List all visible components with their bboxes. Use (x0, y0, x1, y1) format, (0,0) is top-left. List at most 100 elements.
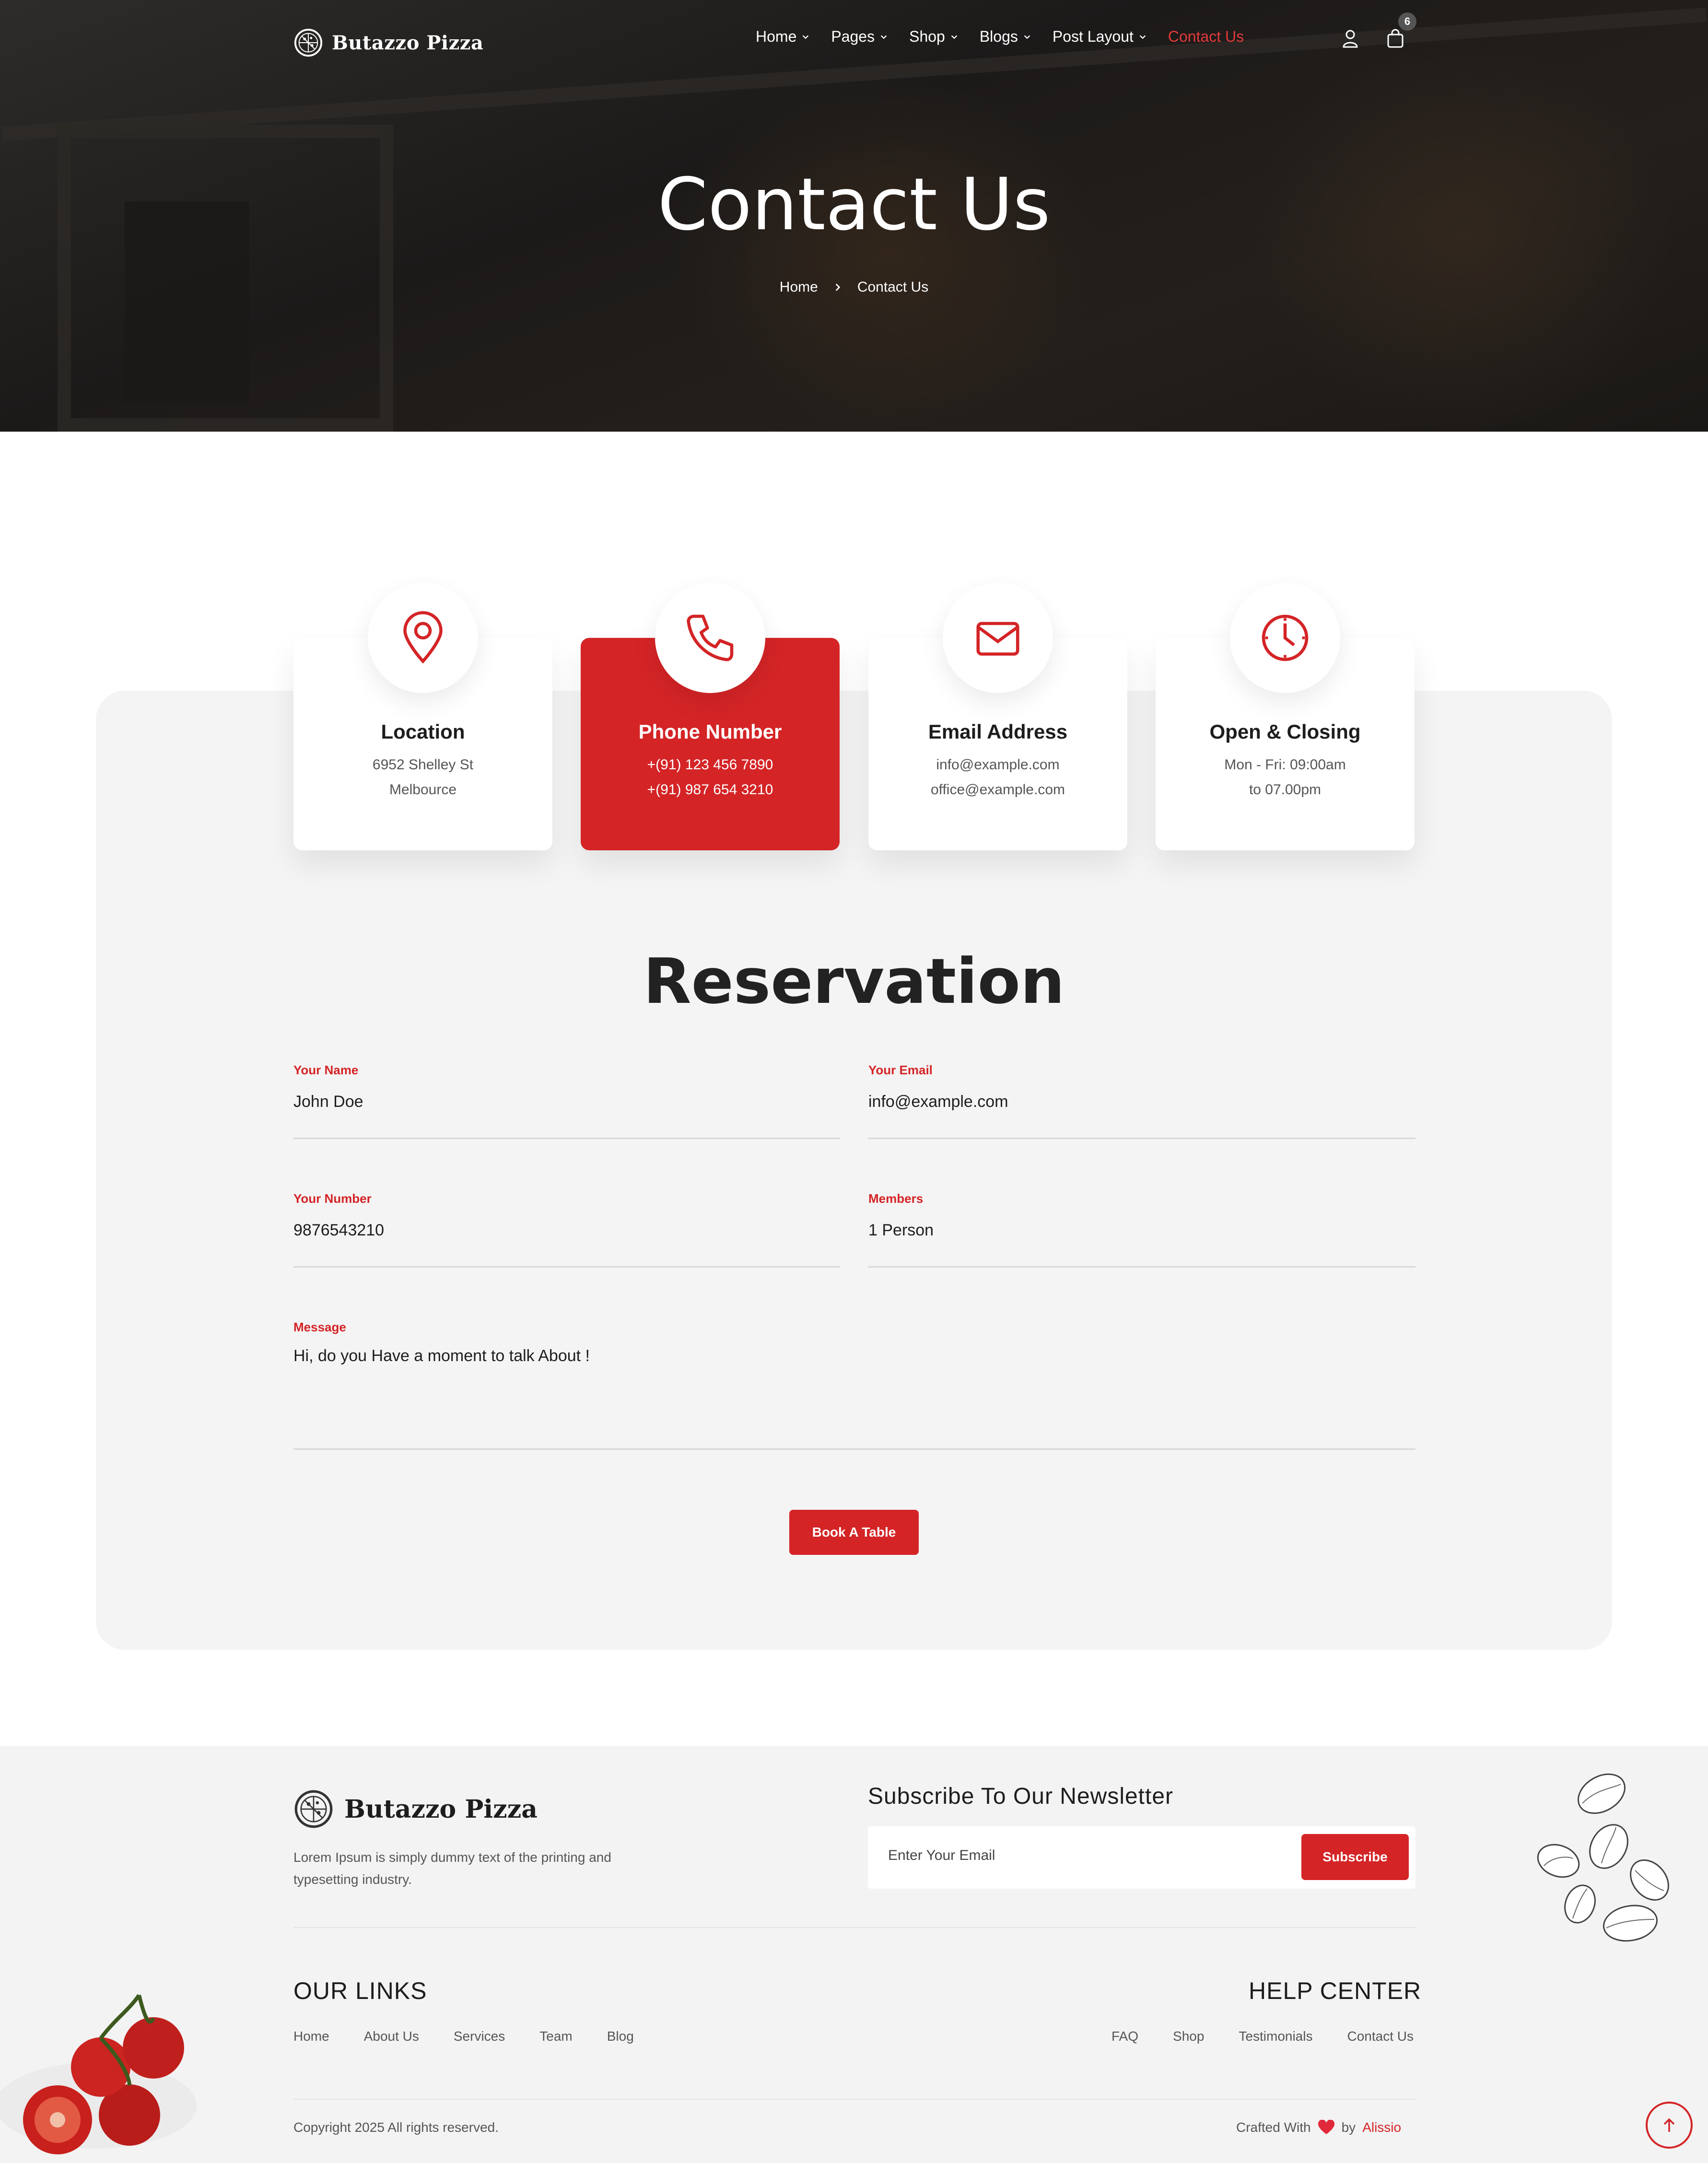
cart-button[interactable]: 6 (1384, 12, 1416, 50)
card-line: info@example.com (936, 757, 1060, 773)
arrow-up-icon (1663, 2118, 1675, 2132)
name-input[interactable]: John Doe (293, 1093, 363, 1111)
footer-description: Lorem Ipsum is simply dummy text of the … (293, 1850, 611, 1887)
page-title: Contact Us (657, 163, 1051, 247)
footer-link-shop[interactable]: Shop (1173, 2029, 1204, 2044)
brand-name: Butazzo Pizza (332, 31, 484, 54)
number-input[interactable]: 9876543210 (293, 1221, 384, 1240)
footer-link-services[interactable]: Services (454, 2029, 505, 2044)
email-field[interactable]: Your Email info@example.com (868, 1063, 1416, 1140)
field-underline (868, 1266, 1416, 1268)
menu-item-label: Contact Us (1168, 28, 1244, 45)
heart-icon (1318, 2120, 1334, 2134)
card-line: Melbource (389, 782, 457, 798)
pizza-logo-icon (294, 1790, 333, 1828)
name-field[interactable]: Your Name John Doe (293, 1063, 840, 1140)
mail-icon (976, 622, 1019, 656)
footer-link-home[interactable]: Home (293, 2029, 329, 2044)
card-line: Mon - Fri: 09:00am (1224, 757, 1346, 773)
newsletter-form: Enter Your Email Subscribe (868, 1826, 1416, 1889)
menu-item-home[interactable]: Home (756, 28, 810, 46)
tomatoes-decoration-icon (0, 1994, 197, 2154)
menu-item-label: Shop (909, 28, 945, 45)
card-title: Location (381, 720, 465, 743)
members-select[interactable]: 1 Person (868, 1221, 934, 1240)
members-field[interactable]: Members 1 Person (868, 1191, 1416, 1268)
footer-brand-name: Butazzo Pizza (344, 1794, 538, 1824)
message-textarea[interactable]: Hi, do you Have a moment to talk About ! (293, 1347, 590, 1365)
main-menu: Home Pages Shop Blogs Post Layout Contac… (756, 28, 1244, 46)
card-icon-circle (368, 583, 478, 693)
card-title: Phone Number (638, 720, 782, 743)
chevron-right-icon (835, 283, 841, 291)
chevron-down-icon (951, 35, 958, 39)
field-underline (293, 1448, 1416, 1450)
scroll-to-top-button[interactable] (1646, 2102, 1693, 2149)
menu-item-label: Post Layout (1052, 28, 1134, 45)
email-input[interactable]: info@example.com (868, 1093, 1008, 1111)
our-links-list: Home About Us Services Team Blog (293, 2029, 634, 2044)
footer (0, 1746, 1708, 2163)
shopping-bag-icon (1387, 29, 1404, 48)
message-field[interactable]: Message Hi, do you Have a moment to talk… (293, 1320, 1416, 1450)
clock-icon (1262, 614, 1309, 661)
menu-item-label: Pages (831, 28, 875, 45)
card-line: +(91) 123 456 7890 (647, 757, 773, 773)
card-title: Open & Closing (1209, 720, 1361, 743)
breadcrumb-home[interactable]: Home (780, 279, 818, 295)
footer-brand-logo[interactable]: Butazzo Pizza (293, 1789, 538, 1829)
brand-logo[interactable]: Butazzo Pizza (293, 28, 483, 58)
email-label: Your Email (868, 1063, 933, 1077)
footer-link-team[interactable]: Team (539, 2029, 572, 2044)
hours-card: Open & Closing Mon - Fri: 09:00am to 07.… (1156, 583, 1415, 850)
crafted-by: by (1341, 2120, 1356, 2135)
breadcrumb-current: Contact Us (857, 279, 929, 295)
footer-link-about-us[interactable]: About Us (364, 2029, 419, 2044)
book-table-button[interactable]: Book A Table (789, 1510, 919, 1555)
reservation-title: Reservation (643, 945, 1065, 1018)
crafted-brand-link[interactable]: Alissio (1362, 2120, 1401, 2135)
card-title: Email Address (928, 720, 1068, 743)
subscribe-button[interactable]: Subscribe (1301, 1834, 1409, 1880)
card-icon-circle (1230, 583, 1340, 693)
top-navigation: Butazzo Pizza Home Pages Shop Blogs Post… (0, 0, 1708, 82)
card-line: +(91) 987 654 3210 (647, 782, 773, 798)
chevron-down-icon (803, 35, 809, 39)
menu-item-label: Home (756, 28, 797, 45)
crafted-prefix: Crafted With (1236, 2120, 1311, 2135)
card-line: to 07.00pm (1249, 782, 1322, 798)
footer-link-contact-us[interactable]: Contact Us (1347, 2029, 1414, 2044)
field-underline (868, 1138, 1416, 1139)
number-label: Your Number (293, 1191, 372, 1206)
help-center-title: HELP CENTER (1249, 1977, 1422, 2004)
location-card: Location 6952 Shelley St Melbource (293, 583, 552, 850)
menu-item-contact-us[interactable]: Contact Us (1168, 28, 1244, 46)
cart-count-badge: 6 (1398, 12, 1416, 31)
map-pin-icon (403, 611, 443, 664)
help-center-list: FAQ Shop Testimonials Contact Us (1111, 2029, 1414, 2044)
message-label: Message (293, 1320, 346, 1334)
menu-item-post-layout[interactable]: Post Layout (1053, 28, 1147, 46)
menu-item-pages[interactable]: Pages (831, 28, 888, 46)
number-field[interactable]: Your Number 9876543210 (293, 1191, 840, 1268)
copyright-text: Copyright 2025 All rights reserved. (293, 2120, 499, 2135)
menu-item-shop[interactable]: Shop (909, 28, 959, 46)
phone-icon (687, 614, 734, 661)
footer-link-faq[interactable]: FAQ (1111, 2029, 1138, 2044)
menu-item-blogs[interactable]: Blogs (980, 28, 1031, 46)
header-actions: 6 (1339, 12, 1416, 50)
crafted-with: Crafted With by Alissio (1236, 2120, 1401, 2135)
field-underline (293, 1266, 840, 1268)
card-icon-circle (655, 583, 765, 693)
newsletter-email-input[interactable]: Enter Your Email (888, 1847, 995, 1864)
footer-divider (293, 1927, 1416, 1928)
field-underline (293, 1138, 840, 1139)
card-line: office@example.com (930, 782, 1065, 798)
our-links-title: OUR LINKS (293, 1977, 427, 2004)
hero-background-light (671, 77, 1103, 432)
footer-divider (293, 2099, 1416, 2100)
footer-link-blog[interactable]: Blog (607, 2029, 634, 2044)
user-icon[interactable] (1339, 27, 1362, 50)
footer-link-testimonials[interactable]: Testimonials (1239, 2029, 1312, 2044)
coffee-beans-decoration-icon (1537, 1773, 1669, 1942)
